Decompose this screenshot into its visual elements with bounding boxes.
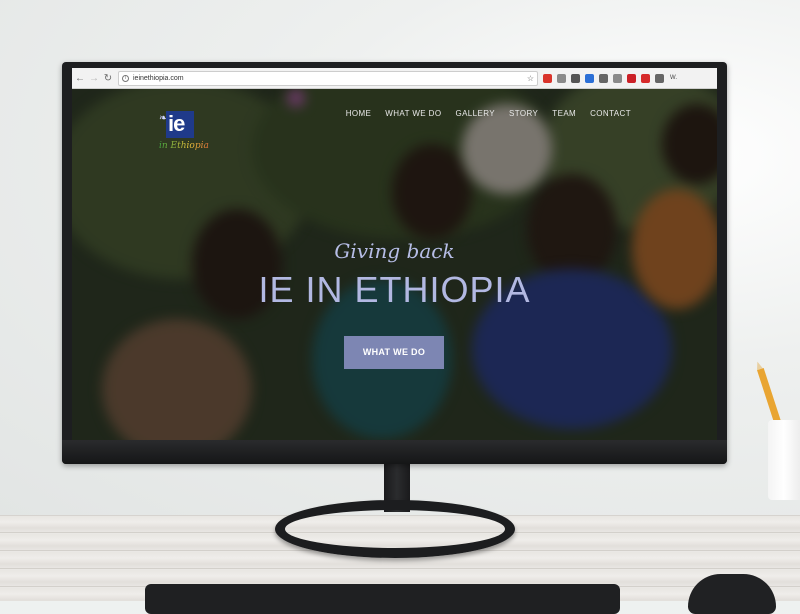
hero-headline: IE IN ETHIOPIA xyxy=(258,269,531,310)
screen: ← → ↻ i ieinethiopia.com ☆ W. ❧ ie in Et… xyxy=(72,68,717,440)
extension-tray xyxy=(538,73,664,83)
browser-toolbar: ← → ↻ i ieinethiopia.com ☆ W. xyxy=(72,68,717,89)
circle-icon[interactable] xyxy=(571,73,580,83)
address-bar[interactable]: i ieinethiopia.com ☆ xyxy=(118,70,538,86)
back-icon[interactable]: ← xyxy=(74,71,86,85)
nav-item-home[interactable]: HOME xyxy=(346,109,372,118)
site-logo[interactable]: ❧ ie in Ethiopia xyxy=(159,111,209,157)
hero-tagline: Giving back xyxy=(334,239,455,263)
computer-mouse xyxy=(688,574,776,614)
play-icon[interactable] xyxy=(641,73,650,83)
nav-item-team[interactable]: TEAM xyxy=(552,109,576,118)
cast-icon[interactable] xyxy=(655,73,664,83)
nav-item-gallery[interactable]: GALLERY xyxy=(455,109,495,118)
red-badge-icon[interactable] xyxy=(543,73,552,83)
pages-icon[interactable] xyxy=(599,73,608,83)
url-text: ieinethiopia.com xyxy=(133,74,184,82)
logo-subtitle: in Ethiopia xyxy=(159,141,219,151)
logo-mark: ie xyxy=(168,111,185,136)
desk-plank xyxy=(0,568,800,569)
nav-item-contact[interactable]: CONTACT xyxy=(590,109,631,118)
bookmark-star-icon[interactable]: ☆ xyxy=(527,74,534,83)
vee-icon[interactable] xyxy=(585,73,594,83)
forward-icon[interactable]: → xyxy=(88,71,100,85)
what-we-do-button[interactable]: WHAT WE DO xyxy=(344,336,444,369)
square-icon[interactable] xyxy=(557,73,566,83)
info-icon[interactable]: i xyxy=(122,74,129,82)
main-nav: HOME WHAT WE DO GALLERY STORY TEAM CONTA… xyxy=(332,109,631,118)
reload-icon[interactable]: ↻ xyxy=(102,71,114,85)
nav-item-story[interactable]: STORY xyxy=(509,109,538,118)
pinterest-icon[interactable] xyxy=(627,73,636,83)
pencil-cup xyxy=(768,420,800,500)
hero-section: ❧ ie in Ethiopia HOME WHAT WE DO GALLERY… xyxy=(72,89,717,440)
monitor-base xyxy=(275,500,515,558)
nav-item-what-we-do[interactable]: WHAT WE DO xyxy=(385,109,441,118)
monitor-bezel xyxy=(62,440,727,464)
extension-overflow[interactable]: W. xyxy=(670,75,677,81)
keyboard xyxy=(145,584,620,614)
cloud-icon[interactable] xyxy=(613,73,622,83)
